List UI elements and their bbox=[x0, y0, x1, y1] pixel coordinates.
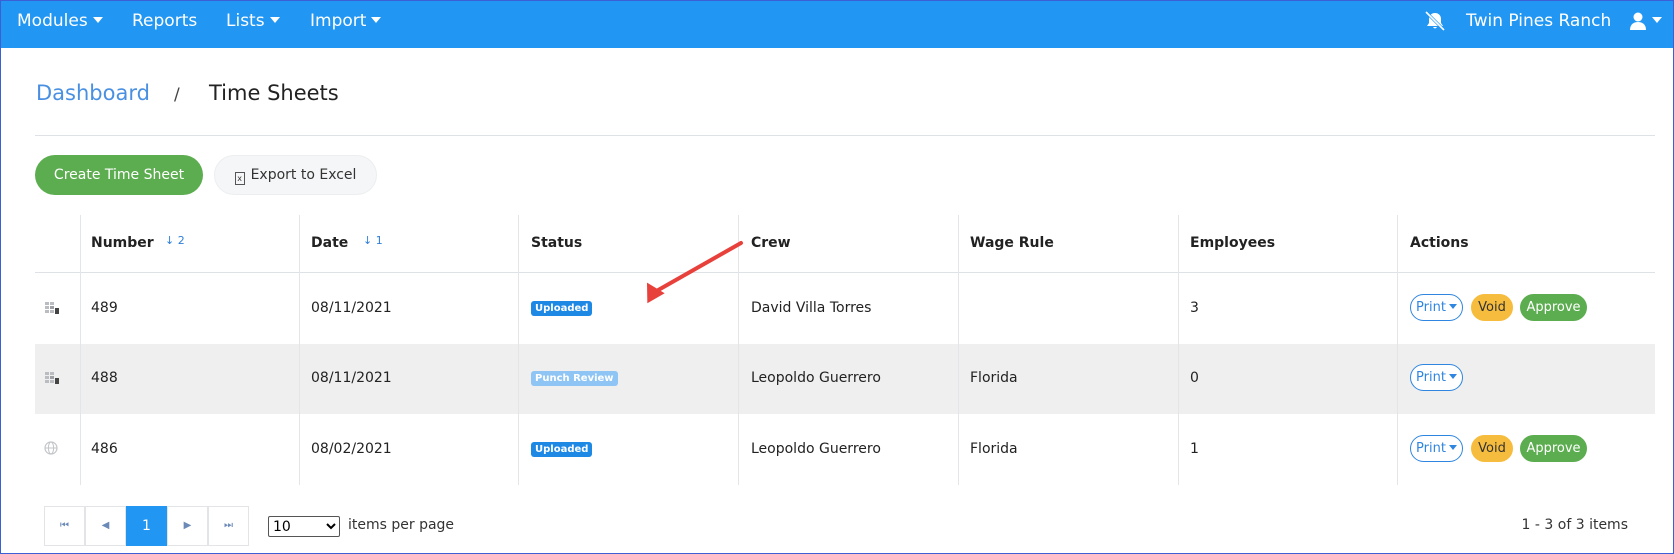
page-1-button[interactable]: 1 bbox=[126, 506, 167, 546]
cell-date: 08/11/2021 bbox=[311, 370, 392, 386]
page-title: Time Sheets bbox=[209, 81, 339, 105]
nav-modules-dropdown[interactable]: Modules bbox=[17, 1, 103, 41]
globe-icon bbox=[44, 441, 58, 455]
items-summary: 1 - 3 of 3 items bbox=[1521, 517, 1628, 533]
chevron-down-icon bbox=[1448, 374, 1457, 379]
cell-crew: Leopoldo Guerrero bbox=[751, 370, 881, 386]
approve-button[interactable]: Approve bbox=[1520, 435, 1587, 462]
chevron-down-icon bbox=[371, 17, 382, 23]
cell-number: 486 bbox=[91, 441, 118, 457]
approve-button[interactable]: Approve bbox=[1520, 294, 1587, 321]
nav-modules-label: Modules bbox=[17, 11, 88, 31]
cell-wage-rule: Florida bbox=[970, 370, 1018, 386]
column-header-date[interactable]: Date bbox=[311, 235, 348, 251]
chevron-down-icon bbox=[1652, 17, 1662, 23]
column-divider bbox=[80, 215, 81, 485]
column-divider bbox=[1178, 215, 1179, 485]
void-button[interactable]: Void bbox=[1471, 294, 1513, 321]
column-header-actions: Actions bbox=[1410, 235, 1469, 251]
cell-number: 489 bbox=[91, 300, 118, 316]
nav-lists-dropdown[interactable]: Lists bbox=[226, 1, 280, 41]
print-button[interactable]: Print bbox=[1410, 294, 1463, 321]
create-time-sheet-button[interactable]: Create Time Sheet bbox=[35, 155, 203, 195]
void-button[interactable]: Void bbox=[1471, 435, 1513, 462]
chevron-down-icon bbox=[1448, 445, 1457, 450]
nav-import-dropdown[interactable]: Import bbox=[310, 1, 382, 41]
status-badge: Uploaded bbox=[531, 301, 593, 316]
status-badge: Uploaded bbox=[531, 442, 593, 457]
app-frame: Modules Reports Lists Import Twin Pines … bbox=[0, 0, 1674, 554]
bell-slash-icon[interactable] bbox=[1423, 10, 1447, 32]
user-menu-dropdown[interactable] bbox=[1629, 10, 1662, 32]
column-divider bbox=[958, 215, 959, 485]
status-badge: Punch Review bbox=[531, 371, 618, 386]
export-label: Export to Excel bbox=[250, 167, 357, 183]
grid-icon bbox=[45, 302, 59, 314]
first-page-button[interactable]: ⏮ bbox=[44, 506, 85, 546]
chevron-down-icon bbox=[92, 17, 103, 23]
print-label: Print bbox=[1416, 370, 1446, 385]
last-page-button[interactable]: ⏭ bbox=[208, 506, 249, 546]
column-header-employees[interactable]: Employees bbox=[1190, 235, 1275, 251]
cell-crew: David Villa Torres bbox=[751, 300, 872, 316]
column-divider bbox=[518, 215, 519, 485]
column-divider bbox=[299, 215, 300, 485]
cell-date: 08/02/2021 bbox=[311, 441, 392, 457]
items-per-page-label: items per page bbox=[348, 517, 455, 533]
nav-lists-label: Lists bbox=[226, 11, 265, 31]
nav-import-label: Import bbox=[310, 11, 367, 31]
user-icon bbox=[1630, 12, 1646, 30]
divider bbox=[35, 135, 1655, 136]
company-name[interactable]: Twin Pines Ranch bbox=[1466, 1, 1611, 41]
column-header-status[interactable]: Status bbox=[531, 235, 582, 251]
print-button[interactable]: Print bbox=[1410, 364, 1463, 391]
export-to-excel-button[interactable]: x Export to Excel bbox=[214, 155, 377, 195]
annotation-arrow-icon bbox=[647, 241, 743, 304]
nav-reports-link[interactable]: Reports bbox=[132, 1, 197, 41]
column-header-crew[interactable]: Crew bbox=[751, 235, 791, 251]
sort-indicator-date: ↓ 1 bbox=[363, 234, 383, 247]
sort-indicator-number: ↓ 2 bbox=[165, 234, 185, 247]
cell-wage-rule: Florida bbox=[970, 441, 1018, 457]
chevron-down-icon bbox=[269, 17, 280, 23]
table-header-divider bbox=[35, 272, 1655, 273]
top-navbar: Modules Reports Lists Import Twin Pines … bbox=[1, 1, 1673, 48]
cell-employees: 3 bbox=[1190, 300, 1199, 316]
cell-crew: Leopoldo Guerrero bbox=[751, 441, 881, 457]
print-button[interactable]: Print bbox=[1410, 435, 1463, 462]
column-header-wage-rule[interactable]: Wage Rule bbox=[970, 235, 1054, 251]
grid-icon bbox=[45, 372, 59, 384]
prev-page-button[interactable]: ◀ bbox=[85, 506, 126, 546]
cell-employees: 0 bbox=[1190, 370, 1199, 386]
items-per-page-select[interactable]: 10 bbox=[268, 516, 340, 537]
breadcrumb-separator: / bbox=[174, 85, 180, 105]
cell-number: 488 bbox=[91, 370, 118, 386]
print-label: Print bbox=[1416, 441, 1446, 456]
column-divider bbox=[1397, 215, 1398, 485]
column-header-number[interactable]: Number bbox=[91, 235, 154, 251]
chevron-down-icon bbox=[1448, 304, 1457, 309]
excel-file-icon: x bbox=[234, 172, 245, 185]
next-page-button[interactable]: ▶ bbox=[167, 506, 208, 546]
cell-date: 08/11/2021 bbox=[311, 300, 392, 316]
breadcrumb-dashboard-link[interactable]: Dashboard bbox=[36, 81, 150, 105]
cell-employees: 1 bbox=[1190, 441, 1199, 457]
print-label: Print bbox=[1416, 300, 1446, 315]
